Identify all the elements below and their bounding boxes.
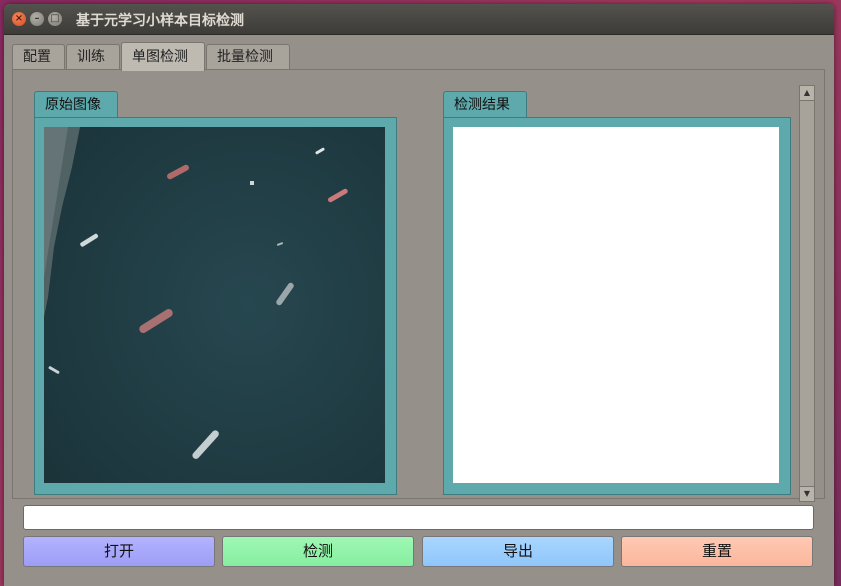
scroll-down-icon[interactable]: ▼ <box>800 486 814 501</box>
result-image <box>453 127 779 483</box>
result-image-frame <box>443 117 791 495</box>
scroll-up-icon[interactable]: ▲ <box>800 86 814 101</box>
result-image-tab: 检测结果 <box>443 91 527 118</box>
close-icon[interactable]: × <box>12 12 26 26</box>
title-bar: × – □ 基于元学习小样本目标检测 <box>4 4 834 35</box>
window-title: 基于元学习小样本目标检测 <box>76 13 244 29</box>
path-field[interactable] <box>23 505 814 530</box>
original-image-frame <box>34 117 397 495</box>
maximize-icon[interactable]: □ <box>48 12 62 26</box>
detect-button[interactable]: 检测 <box>222 536 414 567</box>
tab-config[interactable]: 配置 <box>12 44 65 69</box>
minimize-icon[interactable]: – <box>30 12 44 26</box>
vertical-scrollbar[interactable]: ▲ ▼ <box>799 85 815 502</box>
tab-batch-detect[interactable]: 批量检测 <box>206 44 290 69</box>
single-detect-pane: 原始图像 检测结果 <box>12 69 825 499</box>
aerial-ships-image <box>44 127 385 483</box>
open-button[interactable]: 打开 <box>23 536 215 567</box>
export-button[interactable]: 导出 <box>422 536 614 567</box>
original-image <box>44 127 385 483</box>
tab-train[interactable]: 训练 <box>66 44 120 69</box>
tab-single-detect[interactable]: 单图检测 <box>121 42 205 71</box>
app-window: × – □ 基于元学习小样本目标检测 配置 训练 单图检测 批量检测 原始图像 <box>4 4 834 586</box>
reset-button[interactable]: 重置 <box>621 536 813 567</box>
original-image-tab: 原始图像 <box>34 91 118 118</box>
